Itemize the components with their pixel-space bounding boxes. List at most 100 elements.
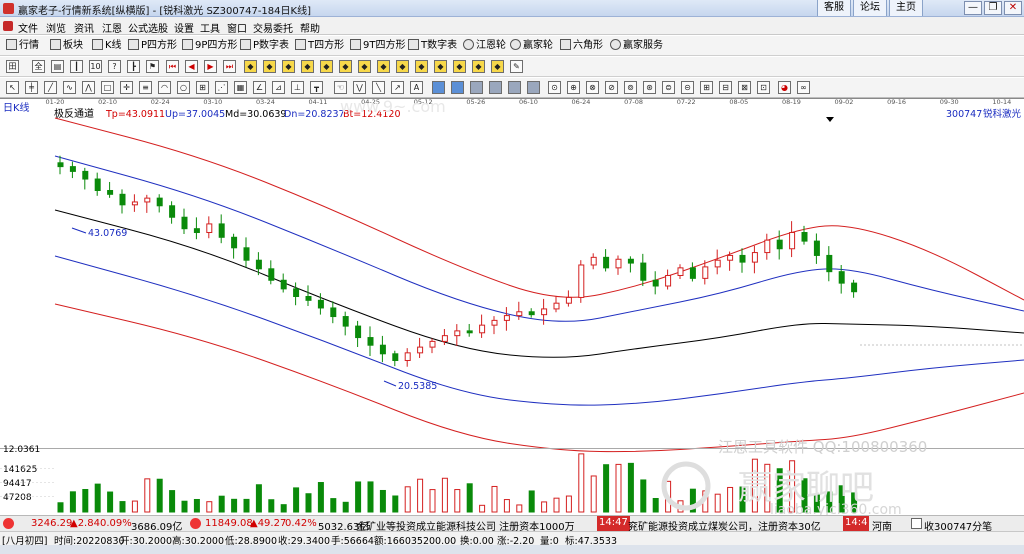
menu-settings[interactable]: 设置 <box>174 20 194 35</box>
marker-4-icon[interactable]: ⊘ <box>605 81 618 94</box>
toolbar-winner-service[interactable]: 赢家服务 <box>610 39 663 53</box>
cross-icon[interactable]: ✛ <box>120 81 133 94</box>
pie-icon[interactable]: ◕ <box>778 81 791 94</box>
toolbar-t-square[interactable]: T四方形 <box>295 39 344 53</box>
marker-9-icon[interactable]: ⊞ <box>700 81 713 94</box>
text-icon[interactable]: A <box>410 81 423 94</box>
marker-7-icon[interactable]: ⊜ <box>662 81 675 94</box>
ruler-icon[interactable]: ⊥ <box>291 81 304 94</box>
marker-10-icon[interactable]: ⊟ <box>719 81 732 94</box>
prev-icon[interactable]: ◀ <box>185 60 198 73</box>
grid-icon[interactable]: 田 <box>6 60 19 73</box>
toolbar-gann-wheel[interactable]: 江恩轮 <box>463 39 506 53</box>
diamond-7-icon[interactable]: ◆ <box>358 60 371 73</box>
close-button[interactable]: ✕ <box>1004 1 1022 15</box>
copy-icon[interactable] <box>489 81 502 94</box>
pencil-icon[interactable]: ✎ <box>510 60 523 73</box>
toolbar-quotes[interactable]: 行情 <box>6 39 39 53</box>
fan-icon[interactable]: ⋀ <box>82 81 95 94</box>
menu-formula-selection[interactable]: 公式选股 <box>128 20 168 35</box>
homepage-button[interactable]: 主页 <box>889 0 923 16</box>
flag-icon[interactable]: ⚑ <box>146 60 159 73</box>
zoom-icon[interactable]: ▤ <box>51 60 64 73</box>
last-icon[interactable]: ⏭ <box>223 60 236 73</box>
all-button[interactable]: 全 <box>32 60 45 73</box>
diamond-11-icon[interactable]: ◆ <box>434 60 447 73</box>
divider-icon[interactable]: ┣ <box>127 60 140 73</box>
toolbar-9p-square[interactable]: 9P四方形 <box>182 39 237 53</box>
kline-chart[interactable]: 01-20 02-10 02-24 03-10 03-24 04-11 04-25 05-12… <box>0 98 1024 515</box>
menu-window[interactable]: 窗口 <box>227 20 247 35</box>
diamond-6-icon[interactable]: ◆ <box>339 60 352 73</box>
menu-trade[interactable]: 交易委托 <box>253 20 293 35</box>
bar-icon[interactable]: ┃ <box>70 60 83 73</box>
angle-icon[interactable]: ∠ <box>253 81 266 94</box>
diamond-1-icon[interactable]: ◆ <box>244 60 257 73</box>
toolbar-winner-wheel[interactable]: 赢家轮 <box>510 39 553 53</box>
wave-icon[interactable]: ∿ <box>63 81 76 94</box>
arc-icon[interactable]: ◠ <box>158 81 171 94</box>
trend-icon[interactable]: ╱ <box>44 81 57 94</box>
arrow-icon[interactable]: ↗ <box>391 81 404 94</box>
diamond-13-icon[interactable]: ◆ <box>472 60 485 73</box>
menu-news[interactable]: 资讯 <box>74 20 94 35</box>
diamond-9-icon[interactable]: ◆ <box>396 60 409 73</box>
menu-help[interactable]: 帮助 <box>300 20 320 35</box>
menu-file[interactable]: 文件 <box>18 20 38 35</box>
level-icon[interactable]: ┳ <box>310 81 323 94</box>
forum-button[interactable]: 论坛 <box>853 0 887 16</box>
pointer-icon[interactable]: ↖ <box>6 81 19 94</box>
marker-6-icon[interactable]: ⊛ <box>643 81 656 94</box>
marker-1-icon[interactable]: ⊙ <box>548 81 561 94</box>
minimize-button[interactable]: — <box>964 1 982 15</box>
ten-button[interactable]: 10 <box>89 60 102 73</box>
box-icon[interactable]: □ <box>101 81 114 94</box>
line-icon[interactable]: ╲ <box>372 81 385 94</box>
marker-2-icon[interactable]: ⊕ <box>567 81 580 94</box>
diamond-14-icon[interactable]: ◆ <box>491 60 504 73</box>
toolbar-kline[interactable]: K线 <box>92 39 122 53</box>
circle-icon[interactable]: ○ <box>177 81 190 94</box>
diamond-3-icon[interactable]: ◆ <box>282 60 295 73</box>
first-icon[interactable]: ⏮ <box>166 60 179 73</box>
paste-icon[interactable] <box>508 81 521 94</box>
customer-service-button[interactable]: 客服 <box>817 0 851 16</box>
hand-icon[interactable]: ☜ <box>334 81 347 94</box>
diamond-2-icon[interactable]: ◆ <box>263 60 276 73</box>
diamond-5-icon[interactable]: ◆ <box>320 60 333 73</box>
toolbar-t-number-table[interactable]: T数字表 <box>408 39 457 53</box>
next-icon[interactable]: ▶ <box>204 60 217 73</box>
diamond-10-icon[interactable]: ◆ <box>415 60 428 73</box>
menu-browse[interactable]: 浏览 <box>46 20 66 35</box>
channel-icon[interactable]: ≡ <box>139 81 152 94</box>
marker-12-icon[interactable]: ⊡ <box>757 81 770 94</box>
square-tool-icon[interactable]: ▦ <box>234 81 247 94</box>
print-icon[interactable] <box>470 81 483 94</box>
zigzag-icon[interactable]: ⋁ <box>353 81 366 94</box>
menu-gann[interactable]: 江恩 <box>102 20 122 35</box>
measure-icon[interactable]: ⊿ <box>272 81 285 94</box>
marker-3-icon[interactable]: ⊗ <box>586 81 599 94</box>
export-icon[interactable] <box>527 81 540 94</box>
toolbar-p-number-table[interactable]: P数字表 <box>240 39 289 53</box>
toolbar-9t-square[interactable]: 9T四方形 <box>350 39 405 53</box>
marker-8-icon[interactable]: ⊝ <box>681 81 694 94</box>
window-icon[interactable] <box>432 81 445 94</box>
save-icon[interactable] <box>451 81 464 94</box>
marker-5-icon[interactable]: ⊚ <box>624 81 637 94</box>
shanghai-index[interactable]: 3246.29 <box>31 518 72 529</box>
menu-tools[interactable]: 工具 <box>200 20 220 35</box>
gann-fan-icon[interactable]: ⋰ <box>215 81 228 94</box>
diamond-8-icon[interactable]: ◆ <box>377 60 390 73</box>
help-icon[interactable]: ? <box>108 60 121 73</box>
diamond-12-icon[interactable]: ◆ <box>453 60 466 73</box>
diamond-4-icon[interactable]: ◆ <box>301 60 314 73</box>
shenzhen-index[interactable]: 11849.08 <box>205 518 253 529</box>
restore-button[interactable]: ❐ <box>984 1 1002 15</box>
toolbar-sectors[interactable]: 板块 <box>50 39 83 53</box>
infinity-icon[interactable]: ∞ <box>797 81 810 94</box>
marker-11-icon[interactable]: ⊠ <box>738 81 751 94</box>
toolbar-hexagon[interactable]: 六角形 <box>560 39 603 53</box>
toolbar-p-square[interactable]: P四方形 <box>128 39 177 53</box>
kline-small-icon[interactable]: ╪ <box>25 81 38 94</box>
